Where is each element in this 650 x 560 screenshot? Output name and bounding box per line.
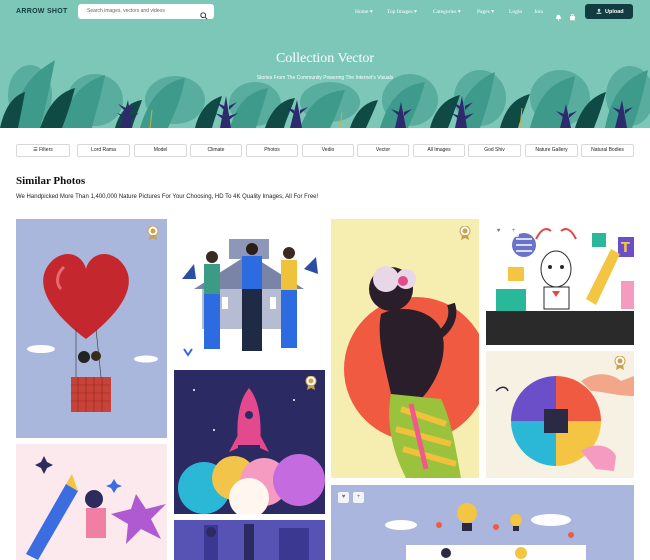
nav-item-categories[interactable]: Categories ▾ [433, 9, 461, 15]
award-badge-icon [147, 226, 159, 240]
award-badge-icon [614, 356, 626, 370]
image-card-dj-woman[interactable] [331, 219, 479, 478]
add-to-collection-button[interactable]: + [353, 492, 364, 503]
search-input[interactable]: Search images, vectors and videos [87, 8, 165, 14]
image-card-students[interactable] [174, 219, 325, 364]
nav-item-top-images[interactable]: Top Images ▾ [387, 9, 417, 15]
filter-chip-climate[interactable]: Climate [190, 144, 242, 157]
idea-bulbs-illustration [331, 485, 634, 560]
svg-text:T: T [621, 241, 630, 256]
filter-chip-all-images[interactable]: All Images [413, 144, 465, 157]
image-card-color-wheel[interactable] [486, 351, 634, 478]
dj-woman-illustration [331, 219, 479, 478]
section-title: Similar Photos [16, 175, 86, 187]
search-icon[interactable] [200, 7, 208, 25]
award-badge-icon [459, 226, 471, 240]
filter-chip-photos[interactable]: Photos [246, 144, 298, 157]
filter-chip-natural-bodies[interactable]: Natural Bodies [581, 144, 634, 157]
top-navbar: ARROW SHOT Search images, vectors and vi… [0, 0, 650, 24]
image-card-purple-scene[interactable] [174, 520, 325, 560]
filter-chip-vedio[interactable]: Vedio [302, 144, 354, 157]
shopping-bag-icon[interactable] [569, 8, 576, 26]
sliders-icon: ☰ [33, 147, 38, 153]
image-card-idea-bulbs[interactable]: ♥ + [331, 485, 634, 560]
color-wheel-illustration [486, 351, 634, 478]
heart-icon: ♥ [341, 494, 346, 500]
rocket-illustration [174, 370, 325, 514]
image-card-heart-balloon[interactable] [16, 219, 167, 438]
brand-logo[interactable]: ARROW SHOT [16, 8, 68, 15]
image-card-rocket[interactable] [174, 370, 325, 514]
purple-scene-illustration [174, 520, 325, 560]
nav-item-pages[interactable]: Pages ▾ [477, 9, 494, 15]
students-illustration [174, 219, 325, 364]
add-to-collection-button[interactable]: + [508, 226, 519, 237]
nav-item-home[interactable]: Home ▾ [355, 9, 373, 15]
like-button[interactable]: ♥ [338, 492, 349, 503]
upload-icon [596, 8, 602, 16]
heart-icon: ♥ [496, 228, 501, 234]
nav-item-join[interactable]: Join [534, 9, 543, 15]
filter-chip-row: ☰ Filters Lord Rama Model Climate Photos… [0, 144, 650, 157]
plus-icon: + [511, 228, 516, 234]
award-badge-icon [305, 376, 317, 390]
like-button[interactable]: ♥ [493, 226, 504, 237]
deer-creative-illustration: T [486, 219, 634, 345]
filter-chip-god-shiv[interactable]: God Shiv [468, 144, 521, 157]
hero-subtitle: Stories From The Community Powering The … [256, 75, 394, 81]
bell-icon[interactable] [555, 8, 562, 26]
filters-button[interactable]: ☰ Filters [16, 144, 70, 157]
filter-chip-lord-rama[interactable]: Lord Rama [77, 144, 130, 157]
creative-pencil-illustration [16, 444, 167, 560]
image-card-creative-pencil[interactable] [16, 444, 167, 560]
filter-chip-vector[interactable]: Vector [357, 144, 409, 157]
plus-icon: + [356, 494, 361, 500]
filter-chip-nature-gallery[interactable]: Nature Gallery [525, 144, 578, 157]
image-card-deer-creative[interactable]: T ♥ + [486, 219, 634, 345]
hero-title: Collection Vector [275, 51, 375, 66]
section-subtitle: We Handpicked More Than 1,400,000 Nature… [16, 194, 319, 200]
search-box[interactable]: Search images, vectors and videos [78, 4, 214, 20]
nav-item-login[interactable]: Login [509, 9, 522, 15]
heart-balloon-illustration [16, 219, 167, 438]
upload-button[interactable]: Upload [585, 4, 633, 19]
filter-chip-model[interactable]: Model [134, 144, 187, 157]
